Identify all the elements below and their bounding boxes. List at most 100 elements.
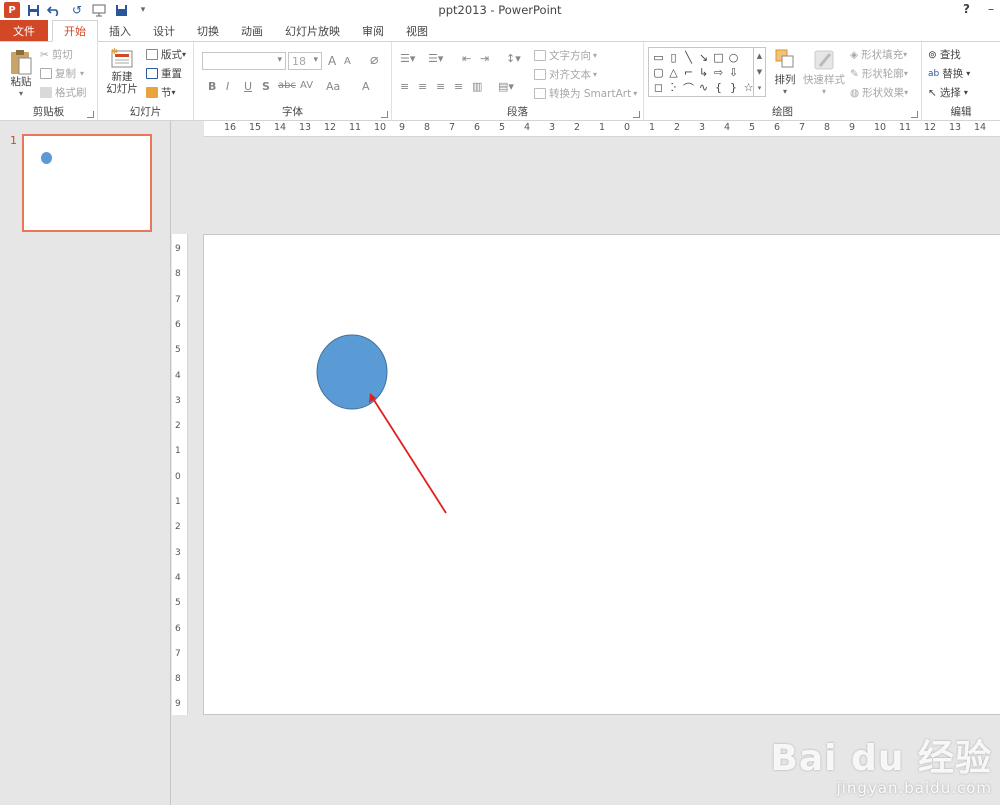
ruler-tick-label: 6 [175, 319, 181, 330]
shrink-font-button[interactable]: A [344, 56, 351, 67]
drawing-launcher-icon[interactable] [911, 111, 918, 118]
outline-icon: ✎ [850, 67, 859, 80]
decrease-indent-icon[interactable]: ⇤ [462, 52, 471, 65]
slide-thumbnails-pane: 1 [0, 121, 171, 805]
align-right-icon[interactable]: ≡ [436, 80, 445, 93]
align-center-icon[interactable]: ≡ [418, 80, 427, 93]
slide-canvas[interactable] [203, 234, 1000, 715]
distributed-icon[interactable]: ▥ [472, 80, 482, 93]
slides-group: ✱ 新建 幻灯片 版式 ▾ 重置 节 ▾ 幻灯片 [98, 42, 194, 121]
tab-home[interactable]: 开始 [52, 20, 98, 42]
line-shape-icon[interactable]: ╲ [681, 50, 696, 65]
strikethrough-button[interactable]: abc [278, 80, 296, 91]
arrange-button[interactable]: 排列 ▾ [770, 48, 800, 98]
numbering-icon[interactable]: ☰▾ [428, 52, 443, 65]
tab-file[interactable]: 文件 [0, 20, 48, 41]
wave-shape-icon[interactable]: ∿ [696, 80, 711, 95]
change-case-button[interactable]: Aa [326, 80, 340, 93]
ruler-tick-label: 11 [349, 122, 362, 133]
section-label: 节 [161, 87, 172, 99]
tab-review[interactable]: 审阅 [351, 20, 395, 41]
cut-button[interactable]: ✂ 剪切 [40, 47, 73, 62]
ruler-tick-label: 3 [175, 395, 181, 406]
bold-button[interactable]: B [208, 80, 216, 93]
shape-fill-dropdown-icon: ▾ [903, 50, 908, 59]
oval-shape-icon[interactable]: ○ [726, 50, 741, 65]
tab-slideshow[interactable]: 幻灯片放映 [274, 20, 351, 41]
character-spacing-button[interactable]: AV [300, 80, 313, 91]
paste-label: 粘贴 [10, 76, 32, 88]
font-name-box[interactable]: ▾ [202, 52, 286, 70]
align-text-button[interactable]: 对齐文本 ▾ [534, 67, 597, 82]
clear-formatting-icon[interactable]: ⌀ [370, 52, 378, 68]
right-arrow-shape-icon[interactable]: ⇨ [711, 65, 726, 80]
shapes-scroll-down-icon[interactable]: ▼ [757, 68, 762, 76]
paragraph-launcher-icon[interactable] [633, 111, 640, 118]
tab-design[interactable]: 设计 [142, 20, 186, 41]
shapes-more-icon[interactable]: ▾ [758, 84, 762, 92]
shapes-gallery[interactable]: ▭ ▯ ╲ ↘ □ ○ ▢ △ ⌐ ↳ ⇨ ⇩ ◻ ⴾ ⌒ ∿ {} ☆ ▲ … [648, 47, 766, 97]
shape-outline-button[interactable]: ✎ 形状轮廓 ▾ [850, 66, 908, 81]
layout-button[interactable]: 版式 ▾ [146, 47, 186, 62]
elbow-connector-shape-icon[interactable]: ⌐ [681, 65, 696, 80]
arc-shape-icon[interactable]: ⌒ [681, 80, 696, 95]
italic-button[interactable]: I [226, 80, 229, 93]
textbox-shape-icon[interactable]: ▭ [651, 50, 666, 65]
slide-thumbnail[interactable] [22, 134, 152, 232]
rectangle-shape-icon[interactable]: □ [711, 50, 726, 65]
ruler-tick-label: 0 [624, 122, 631, 133]
convert-smartart-button[interactable]: 转换为 SmartArt ▾ [534, 86, 637, 101]
tab-view[interactable]: 视图 [395, 20, 439, 41]
triangle-shape-icon[interactable]: △ [666, 65, 681, 80]
ruler-tick-label: 3 [699, 122, 706, 133]
replace-button[interactable]: ab 替换 ▾ [928, 66, 970, 81]
paste-button[interactable]: 粘贴 ▾ [6, 48, 36, 100]
text-direction-button[interactable]: 文字方向 ▾ [534, 48, 597, 63]
font-size-box[interactable]: 18 ▾ [288, 52, 322, 70]
down-arrow-shape-icon[interactable]: ⇩ [726, 65, 741, 80]
rounded-rect-shape-icon[interactable]: ▢ [651, 65, 666, 80]
ruler-tick-label: 5 [175, 598, 181, 609]
new-slide-button[interactable]: ✱ 新建 幻灯片 [102, 47, 142, 95]
bullets-icon[interactable]: ☰▾ [400, 52, 415, 65]
vertical-ruler[interactable]: 9 8 7 6 5 4 3 2 1 0 1 2 3 4 5 6 7 8 9 [172, 234, 188, 715]
reset-button[interactable]: 重置 [146, 66, 182, 81]
vertical-textbox-shape-icon[interactable]: ▯ [666, 50, 681, 65]
shapes-scroll[interactable]: ▲ ▼ ▾ [753, 48, 765, 96]
left-brace-shape-icon[interactable]: { [711, 80, 726, 95]
clipboard-launcher-icon[interactable] [87, 111, 94, 118]
select-button[interactable]: ↖ 选择 ▾ [928, 85, 968, 100]
find-button[interactable]: ⊚ 查找 [928, 47, 961, 62]
quick-styles-button[interactable]: 快速样式 ▾ [802, 48, 846, 98]
curve-shape-icon[interactable]: ⴾ [666, 80, 681, 95]
underline-button[interactable]: U [244, 80, 252, 93]
tab-animations[interactable]: 动画 [230, 20, 274, 41]
editing-group: ⊚ 查找 ab 替换 ▾ ↖ 选择 ▾ 编辑 [922, 42, 1000, 121]
help-icon[interactable]: ? [963, 2, 970, 16]
shadow-button[interactable]: S [262, 80, 270, 93]
freeform-shape-icon[interactable]: ◻ [651, 80, 666, 95]
shapes-scroll-up-icon[interactable]: ▲ [757, 52, 762, 60]
format-painter-button[interactable]: 格式刷 [40, 85, 87, 100]
shape-fill-button[interactable]: ◈ 形状填充 ▾ [850, 47, 907, 62]
font-color-button[interactable]: A [362, 80, 370, 93]
copy-button[interactable]: 复制 ▾ [40, 66, 84, 81]
copy-label: 复制 [55, 68, 76, 80]
right-brace-shape-icon[interactable]: } [726, 80, 741, 95]
line-spacing-icon[interactable]: ↕▾ [506, 52, 521, 65]
minimize-button[interactable]: – [988, 2, 994, 16]
elbow-arrow-shape-icon[interactable]: ↳ [696, 65, 711, 80]
shape-effects-button[interactable]: ◍ 形状效果 ▾ [850, 85, 908, 100]
grow-font-button[interactable]: A [328, 54, 336, 68]
horizontal-ruler[interactable]: 16 15 14 13 12 11 10 9 8 7 6 5 4 3 2 1 0 1 2 3 4 5 6 7 8 9 10 11 12 1… [204, 121, 1000, 137]
increase-indent-icon[interactable]: ⇥ [480, 52, 489, 65]
section-button[interactable]: 节 ▾ [146, 85, 176, 100]
arrow-line-shape-icon[interactable]: ↘ [696, 50, 711, 65]
columns-icon[interactable]: ▤▾ [498, 80, 514, 93]
tab-insert[interactable]: 插入 [98, 20, 142, 41]
circle-shape[interactable] [316, 334, 388, 410]
align-left-icon[interactable]: ≡ [400, 80, 409, 93]
tab-transitions[interactable]: 切换 [186, 20, 230, 41]
font-launcher-icon[interactable] [381, 111, 388, 118]
justify-icon[interactable]: ≡ [454, 80, 463, 93]
